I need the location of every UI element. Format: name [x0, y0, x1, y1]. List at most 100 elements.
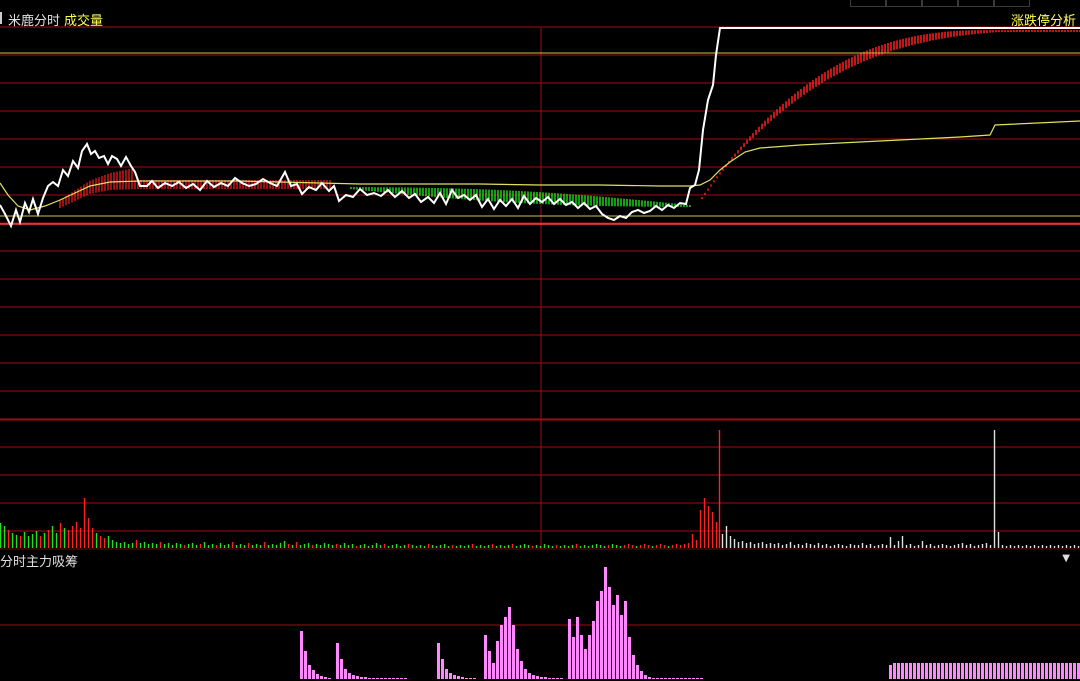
indicator-bar: [500, 625, 503, 679]
indicator-bar: [469, 678, 472, 679]
indicator-bar: [636, 665, 639, 679]
indicator-bar: [304, 651, 307, 679]
indicator-bar: [1009, 663, 1012, 679]
indicator-bar: [328, 678, 331, 679]
indicator-bar: [933, 663, 936, 679]
limit-analysis-button[interactable]: 涨跌停分析: [1011, 10, 1076, 29]
indicator-bar: [632, 655, 635, 679]
indicator-bar: [672, 678, 675, 679]
indicator-bar: [544, 677, 547, 679]
indicator-bar: [592, 621, 595, 679]
indicator-bar: [441, 659, 444, 679]
indicator-bar: [688, 678, 691, 679]
indicator-bar: [624, 601, 627, 679]
indicator-bar: [324, 677, 327, 679]
indicator-bar: [985, 663, 988, 679]
indicator-bar: [1073, 663, 1076, 679]
indicator-bar: [356, 676, 359, 679]
indicator-bar: [492, 663, 495, 679]
indicator-bar: [532, 675, 535, 679]
indicator-bar: [449, 673, 452, 679]
indicator-bar: [692, 678, 695, 679]
indicator-bar: [1021, 663, 1024, 679]
indicator-bar: [473, 678, 476, 679]
indicator-bar: [640, 671, 643, 679]
indicator-bar: [668, 678, 671, 679]
indicator-bar: [360, 677, 363, 679]
indicator-bar: [508, 607, 511, 679]
indicator-bar: [336, 643, 339, 679]
dropdown-arrow-icon[interactable]: ▼: [1062, 553, 1070, 564]
indicator-bar: [684, 678, 687, 679]
indicator-bar: [344, 669, 347, 679]
panel-marker: [0, 12, 2, 24]
indicator-bar: [1041, 663, 1044, 679]
indicator-bar: [1001, 663, 1004, 679]
indicator-bar: [453, 675, 456, 679]
indicator-bar: [1033, 663, 1036, 679]
indicator-bar: [376, 678, 379, 679]
indicator-bar: [965, 663, 968, 679]
indicator-bar: [660, 678, 663, 679]
indicator-bars: [300, 567, 1080, 679]
indicator-bar: [372, 678, 375, 679]
indicator-bar: [628, 637, 631, 679]
indicator-bar: [388, 678, 391, 679]
indicator-bar: [604, 567, 607, 679]
indicator-bar: [312, 670, 315, 679]
indicator-bar: [1049, 663, 1052, 679]
indicator-bar: [588, 635, 591, 679]
indicator-bar: [648, 677, 651, 679]
indicator-bar: [905, 663, 908, 679]
indicator-bar: [953, 663, 956, 679]
indicator-bar: [352, 675, 355, 679]
indicator-bar: [901, 663, 904, 679]
intraday-chart: [0, 26, 1080, 679]
indicator-bar: [700, 678, 703, 679]
indicator-bar: [1005, 663, 1008, 679]
indicator-bar: [1045, 663, 1048, 679]
indicator-bar: [600, 591, 603, 679]
indicator-bar: [656, 678, 659, 679]
indicator-bar: [925, 663, 928, 679]
indicator-bar: [320, 676, 323, 679]
indicator-bar: [445, 669, 448, 679]
indicator-bar: [676, 678, 679, 679]
indicator-bar: [917, 663, 920, 679]
indicator-bar: [504, 617, 507, 679]
indicator-bar: [664, 678, 667, 679]
indicator-bar: [945, 663, 948, 679]
indicator-bar: [484, 635, 487, 679]
indicator-bar: [1057, 663, 1060, 679]
indicator-bar: [404, 678, 407, 679]
indicator-bar: [612, 605, 615, 679]
indicator-bar: [957, 663, 960, 679]
chart-title: 米鹿分时 成交量: [8, 10, 103, 29]
indicator-bar: [913, 663, 916, 679]
indicator-bar: [1065, 663, 1068, 679]
indicator-bar: [893, 663, 896, 679]
indicator-bar: [616, 595, 619, 679]
indicator-bar: [596, 601, 599, 679]
chart-grid: [0, 26, 1080, 626]
indicator-bar: [576, 617, 579, 679]
indicator-bar: [909, 663, 912, 679]
indicator-bar: [457, 676, 460, 679]
indicator-bar: [572, 637, 575, 679]
indicator-bar: [384, 678, 387, 679]
indicator-bar: [1017, 663, 1020, 679]
stock-name-label: 米鹿分时: [8, 14, 61, 29]
indicator-bar: [1013, 663, 1016, 679]
volume-label: 成交量: [64, 14, 104, 29]
indicator-bar: [580, 635, 583, 679]
indicator-bar: [340, 659, 343, 679]
indicator-bar: [941, 663, 944, 679]
indicator-title[interactable]: 分时主力吸筹: [0, 551, 78, 570]
indicator-bar: [488, 651, 491, 679]
indicator-bar: [560, 678, 563, 679]
indicator-bar: [392, 678, 395, 679]
indicator-bar: [520, 661, 523, 679]
indicator-bar: [1025, 663, 1028, 679]
indicator-bar: [973, 663, 976, 679]
indicator-bar: [536, 676, 539, 679]
